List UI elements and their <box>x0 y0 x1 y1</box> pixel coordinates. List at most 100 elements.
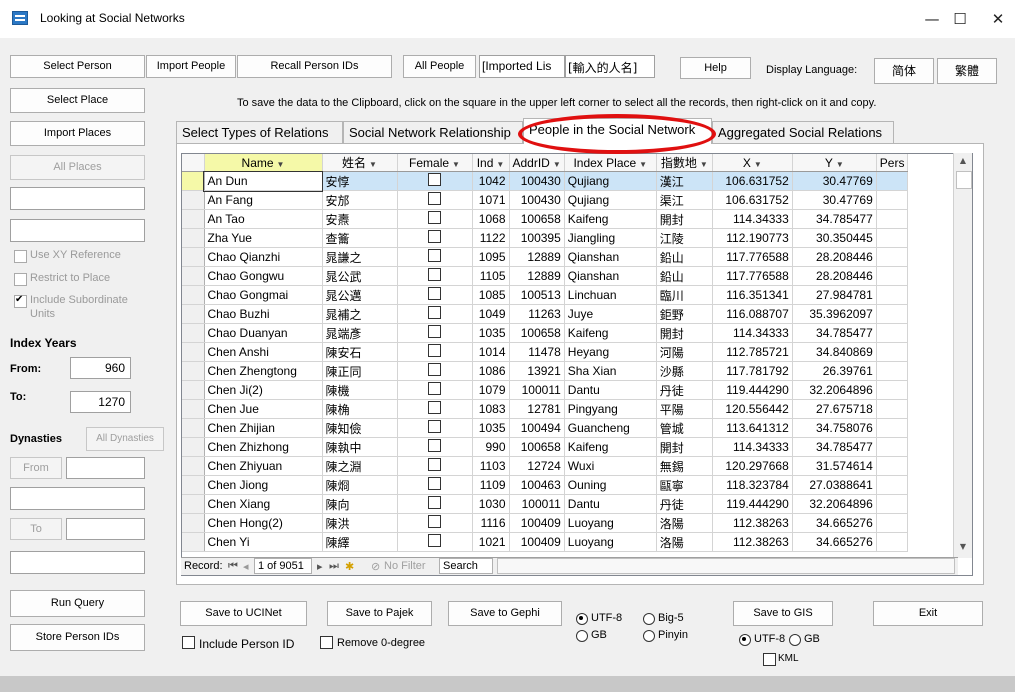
pers-cell[interactable] <box>876 361 909 381</box>
y-cell[interactable]: 34.785477 <box>792 323 877 343</box>
x-cell[interactable]: 112.785721 <box>712 342 793 362</box>
female-cell[interactable] <box>397 513 473 533</box>
addrid-cell[interactable]: 12781 <box>509 399 565 419</box>
name-cell[interactable]: Chen Ji(2) <box>204 380 323 400</box>
to-dynasty-name-field[interactable] <box>10 551 145 574</box>
x-cell[interactable]: 120.297668 <box>712 456 793 476</box>
name-cell[interactable]: An Tao <box>204 209 323 229</box>
addrid-cell[interactable]: 100658 <box>509 437 565 457</box>
index-year-cell[interactable]: 1068 <box>472 209 510 229</box>
index-place-cell[interactable]: Kaifeng <box>564 209 657 229</box>
name-cell[interactable]: Chao Qianzhi <box>204 247 323 267</box>
record-selector[interactable] <box>182 171 205 191</box>
y-cell[interactable]: 30.350445 <box>792 228 877 248</box>
dropdown-arrow-icon[interactable]: ▼ <box>639 160 647 169</box>
record-selector[interactable] <box>182 209 205 229</box>
y-cell[interactable]: 34.665276 <box>792 532 877 552</box>
y-cell[interactable]: 28.208446 <box>792 266 877 286</box>
record-selector[interactable] <box>182 361 205 381</box>
female-checkbox[interactable] <box>428 306 441 319</box>
name-zh-cell[interactable]: 陳繹 <box>322 532 398 552</box>
pers-cell[interactable] <box>876 304 909 324</box>
x-cell[interactable]: 113.641312 <box>712 418 793 438</box>
y-cell[interactable]: 30.47769 <box>792 190 877 210</box>
name-cell[interactable]: Chao Buzhi <box>204 304 323 324</box>
name-zh-cell[interactable]: 陳執中 <box>322 437 398 457</box>
table-row[interactable]: An Fang 安邡 1071 100430 Qujiang 渠江 106.631752 30… <box>182 190 909 210</box>
index-place-cell[interactable]: Qujiang <box>564 171 657 191</box>
x-cell[interactable]: 117.776588 <box>712 266 793 286</box>
addrid-cell[interactable]: 100430 <box>509 190 565 210</box>
pers-cell[interactable] <box>876 494 909 514</box>
scroll-down-icon[interactable]: ▼ <box>954 539 972 555</box>
x-cell[interactable]: 117.776588 <box>712 247 793 267</box>
table-row[interactable]: Chao Gongwu 晁公武 1105 12889 Qianshan 鉛山 117.776… <box>182 266 909 286</box>
y-cell[interactable]: 34.758076 <box>792 418 877 438</box>
index-place-zh-cell[interactable]: 河陽 <box>656 342 713 362</box>
run-query-button[interactable]: Run Query <box>10 590 145 617</box>
name-cell[interactable]: Chen Hong(2) <box>204 513 323 533</box>
name-cell[interactable]: Chen Zhijian <box>204 418 323 438</box>
female-cell[interactable] <box>397 304 473 324</box>
index-place-zh-cell[interactable]: 開封 <box>656 323 713 343</box>
pers-cell[interactable] <box>876 209 909 229</box>
record-selector[interactable] <box>182 380 205 400</box>
record-selector[interactable] <box>182 475 205 495</box>
name-cell[interactable]: Chen Zhengtong <box>204 361 323 381</box>
exit-button[interactable]: Exit <box>873 601 983 626</box>
y-cell[interactable]: 26.39761 <box>792 361 877 381</box>
pers-cell[interactable] <box>876 266 909 286</box>
include-subordinate-checkbox[interactable] <box>14 295 27 311</box>
addrid-cell[interactable]: 100658 <box>509 323 565 343</box>
index-place-cell[interactable]: Qianshan <box>564 266 657 286</box>
y-cell[interactable]: 31.574614 <box>792 456 877 476</box>
dropdown-arrow-icon[interactable]: ▼ <box>700 160 708 169</box>
from-year-input[interactable]: 960 <box>70 357 131 379</box>
record-selector[interactable] <box>182 342 205 362</box>
x-cell[interactable]: 118.323784 <box>712 475 793 495</box>
index-place-cell[interactable]: Luoyang <box>564 513 657 533</box>
use-xy-reference-checkbox[interactable] <box>14 250 27 266</box>
x-cell[interactable]: 114.34333 <box>712 323 793 343</box>
female-checkbox[interactable] <box>428 496 441 509</box>
addrid-cell[interactable]: 100011 <box>509 494 565 514</box>
index-year-cell[interactable]: 1014 <box>472 342 510 362</box>
name-zh-cell[interactable]: 陳桷 <box>322 399 398 419</box>
help-button[interactable]: Help <box>680 57 751 79</box>
column-header-x[interactable]: X ▼ <box>712 154 793 172</box>
record-selector[interactable] <box>182 418 205 438</box>
y-cell[interactable]: 27.0388641 <box>792 475 877 495</box>
all-dynasties-button[interactable]: All Dynasties <box>86 427 164 451</box>
from-dynasty-button[interactable]: From <box>10 457 62 479</box>
female-checkbox[interactable] <box>428 420 441 433</box>
y-cell[interactable]: 34.665276 <box>792 513 877 533</box>
female-cell[interactable] <box>397 228 473 248</box>
tab-social-network-relationship[interactable]: Social Network Relationship <box>343 121 523 143</box>
female-checkbox[interactable] <box>428 268 441 281</box>
record-selector[interactable] <box>182 285 205 305</box>
name-cell[interactable]: Chen Zhiyuan <box>204 456 323 476</box>
pers-cell[interactable] <box>876 247 909 267</box>
female-cell[interactable] <box>397 380 473 400</box>
dropdown-arrow-icon[interactable]: ▼ <box>553 160 561 169</box>
save-to-gis-button[interactable]: Save to GIS <box>733 601 833 626</box>
index-place-zh-cell[interactable]: 洛陽 <box>656 513 713 533</box>
table-row[interactable]: Chen Yi 陳繹 1021 100409 Luoyang 洛陽 112.38263 34.… <box>182 532 909 552</box>
table-row[interactable]: Chen Anshi 陳安石 1014 11478 Heyang 河陽 112.785721… <box>182 342 909 362</box>
pers-cell[interactable] <box>876 323 909 343</box>
name-zh-cell[interactable]: 陳烱 <box>322 475 398 495</box>
x-cell[interactable]: 106.631752 <box>712 171 793 191</box>
index-place-zh-cell[interactable]: 鉅野 <box>656 304 713 324</box>
pers-cell[interactable] <box>876 456 909 476</box>
female-checkbox[interactable] <box>428 192 441 205</box>
import-people-button[interactable]: Import People <box>146 55 236 78</box>
y-cell[interactable]: 27.675718 <box>792 399 877 419</box>
index-place-zh-cell[interactable]: 甌寧 <box>656 475 713 495</box>
index-place-zh-cell[interactable]: 洛陽 <box>656 532 713 552</box>
search-field[interactable]: Search <box>439 558 493 574</box>
table-row[interactable]: An Dun 安惇 1042 100430 Qujiang 漢江 106.631752 30.… <box>182 170 909 192</box>
recall-person-ids-button[interactable]: Recall Person IDs <box>237 55 392 78</box>
addrid-cell[interactable]: 100011 <box>509 380 565 400</box>
name-zh-cell[interactable]: 晁補之 <box>322 304 398 324</box>
index-year-cell[interactable]: 1086 <box>472 361 510 381</box>
